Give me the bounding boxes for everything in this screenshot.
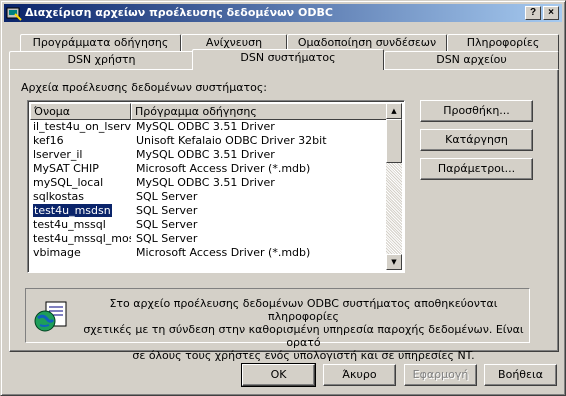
dialog-window: Διαχείριση αρχείων προέλευσης δεδομένων … <box>0 0 566 396</box>
ok-button[interactable]: OK <box>241 363 316 387</box>
list-item[interactable]: lserver_il MySQL ODBC 3.51 Driver <box>30 148 388 162</box>
dsn-driver: SQL Server <box>136 190 198 203</box>
dsn-driver: SQL Server <box>136 204 198 217</box>
odbc-app-icon <box>6 7 22 21</box>
info-box: Στο αρχείο προέλευσης δεδομένων ODBC συσ… <box>25 288 530 362</box>
vertical-scrollbar[interactable]: ▲ ▼ <box>386 103 402 270</box>
dsn-driver: Unisoft Kefalaio ODBC Driver 32bit <box>136 134 327 147</box>
tab-user-dsn[interactable]: DSN χρήστη <box>9 51 194 69</box>
window-title: Διαχείριση αρχείων προέλευσης δεδομένων … <box>25 6 333 19</box>
list-item[interactable]: test4u_mssql SQL Server <box>30 218 388 232</box>
scroll-thumb[interactable] <box>386 119 402 163</box>
list-item[interactable]: mySQL_local MySQL ODBC 3.51 Driver <box>30 176 388 190</box>
dsn-name: kef16 <box>33 134 64 147</box>
title-bar[interactable]: Διαχείριση αρχείων προέλευσης δεδομένων … <box>4 4 562 22</box>
info-line-3: σε όλους τους χρήστες ενός υπολογιστή κα… <box>132 349 475 362</box>
column-header-name[interactable]: Όνομα <box>30 103 131 120</box>
tab-drivers[interactable]: Προγράμματα οδήγησης <box>20 34 181 52</box>
info-text: Στο αρχείο προέλευσης δεδομένων ODBC συσ… <box>81 297 526 362</box>
list-rows: il_test4u_on_lserver MySQL ODBC 3.51 Driv… <box>30 120 388 260</box>
tab-system-dsn[interactable]: DSN συστήματος <box>192 49 384 70</box>
dsn-name: test4u_mssql <box>33 218 106 231</box>
close-title-button[interactable]: × <box>543 6 559 20</box>
list-item[interactable]: MySAT CHIP Microsoft Access Driver (*.mdb… <box>30 162 388 176</box>
info-line-2: σχετικές με τη σύνδεση στην καθορισμένη … <box>83 323 524 349</box>
dsn-name: test4u_msdsn <box>33 204 131 218</box>
scroll-up-arrow-icon[interactable]: ▲ <box>386 103 402 119</box>
list-item-selected[interactable]: test4u_msdsn SQL Server <box>30 204 388 218</box>
tab-about[interactable]: Πληροφορίες <box>447 34 559 52</box>
apply-button[interactable]: Εφαρμογή <box>404 364 477 386</box>
data-source-info-icon <box>34 301 67 332</box>
column-header-driver[interactable]: Πρόγραμμα οδήγησης <box>131 103 388 120</box>
system-dsn-label: Αρχεία προέλευσης δεδομένων συστήματος: <box>21 81 268 94</box>
dsn-driver: MySQL ODBC 3.51 Driver <box>136 176 275 189</box>
help-title-button[interactable]: ? <box>525 6 541 20</box>
dsn-driver: Microsoft Access Driver (*.mdb) <box>136 246 311 259</box>
help-button[interactable]: Βοήθεια <box>484 364 557 386</box>
info-line-1: Στο αρχείο προέλευσης δεδομένων ODBC συσ… <box>109 297 498 323</box>
list-item[interactable]: vbimage Microsoft Access Driver (*.mdb) <box>30 246 388 260</box>
dsn-name: il_test4u_on_lserver <box>33 120 131 133</box>
dsn-name: sqlkostas <box>33 190 84 203</box>
dsn-driver: SQL Server <box>136 218 198 231</box>
dsn-driver: SQL Server <box>136 232 198 245</box>
dsn-list[interactable]: Όνομα Πρόγραμμα οδήγησης il_test4u_on_ls… <box>27 100 405 273</box>
scroll-down-arrow-icon[interactable]: ▼ <box>386 254 402 270</box>
tab-file-dsn[interactable]: DSN αρχείου <box>384 51 559 69</box>
dsn-name: MySAT CHIP <box>33 162 99 175</box>
list-header: Όνομα Πρόγραμμα οδήγησης <box>30 103 388 120</box>
dsn-driver: MySQL ODBC 3.51 Driver <box>136 148 275 161</box>
cancel-button[interactable]: Άκυρο <box>323 364 396 386</box>
dsn-name: vbimage <box>33 246 81 259</box>
list-item[interactable]: test4u_mssql_mos SQL Server <box>30 232 388 246</box>
dsn-name: test4u_mssql_mos <box>33 232 131 245</box>
dsn-name: lserver_il <box>33 148 83 161</box>
add-button[interactable]: Προσθήκη... <box>420 100 533 122</box>
dsn-driver: Microsoft Access Driver (*.mdb) <box>136 162 311 175</box>
list-item[interactable]: sqlkostas SQL Server <box>30 190 388 204</box>
list-item[interactable]: kef16 Unisoft Kefalaio ODBC Driver 32bit <box>30 134 388 148</box>
configure-button[interactable]: Παράμετροι... <box>420 158 533 180</box>
dsn-driver: MySQL ODBC 3.51 Driver <box>136 120 275 133</box>
dsn-name: mySQL_local <box>33 176 104 189</box>
dsn-name-highlight: test4u_msdsn <box>33 204 113 218</box>
remove-button[interactable]: Κατάργηση <box>420 129 533 151</box>
list-item[interactable]: il_test4u_on_lserver MySQL ODBC 3.51 Driv… <box>30 120 388 134</box>
